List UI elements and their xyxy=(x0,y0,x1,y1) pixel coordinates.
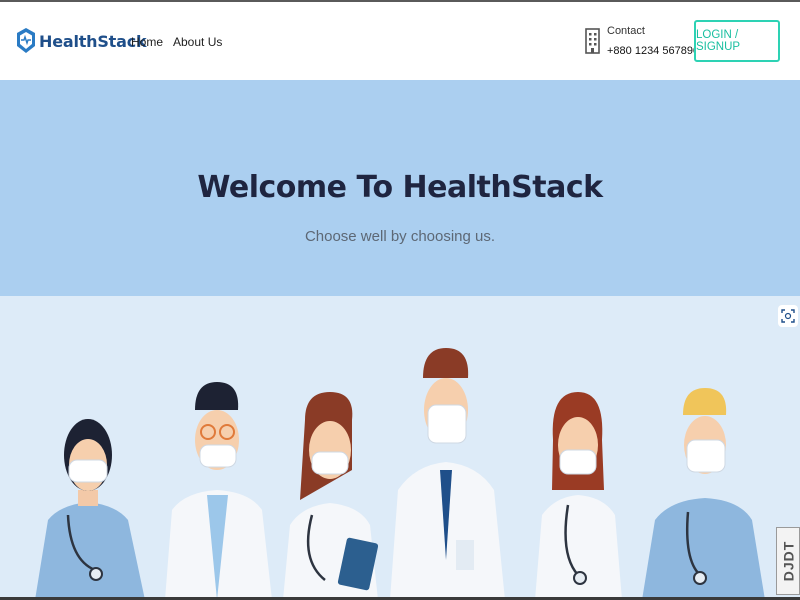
building-icon xyxy=(585,28,600,54)
doctor-figure xyxy=(642,388,765,600)
doctor-figure xyxy=(535,392,622,600)
hero-subtitle: Choose well by choosing us. xyxy=(304,228,496,245)
expand-icon[interactable] xyxy=(778,305,798,327)
contact-label: Contact xyxy=(607,25,645,37)
nav-about-link[interactable]: About Us xyxy=(173,35,222,49)
debug-toolbar-label: DJDT xyxy=(780,540,796,582)
login-signup-button[interactable]: LOGIN / SIGNUP xyxy=(694,20,780,62)
contact-phone[interactable]: +880 1234 567890 xyxy=(607,45,699,57)
doctors-illustration xyxy=(0,296,800,600)
hero-title: Welcome To HealthStack xyxy=(197,170,603,205)
doctor-figure xyxy=(35,419,145,600)
logo-icon xyxy=(17,28,35,53)
site-header: HealthStack Home About Us Contact +880 1… xyxy=(0,2,800,80)
doctor-figure xyxy=(283,392,379,600)
brand-logo[interactable]: HealthStack xyxy=(16,27,147,55)
doctor-figure xyxy=(390,348,505,600)
nav-home-link[interactable]: Home xyxy=(131,35,163,49)
doctor-figure xyxy=(165,382,272,600)
debug-toolbar-handle[interactable]: DJDT xyxy=(776,527,800,595)
